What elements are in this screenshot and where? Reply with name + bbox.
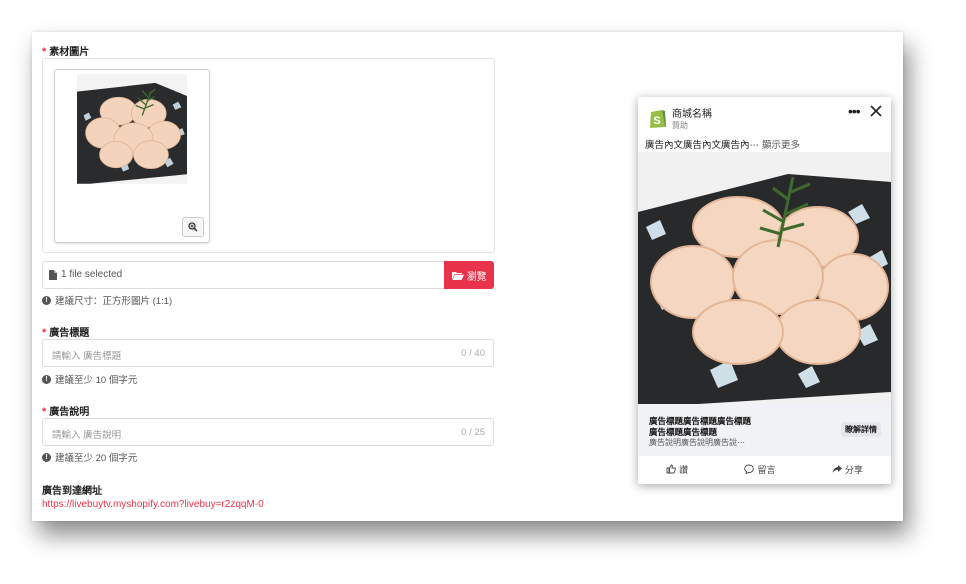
- description-char-count: 0 / 25: [461, 427, 485, 438]
- ad-body-text: 廣告內文廣告內文廣告內⋯ 顯示更多: [645, 140, 801, 151]
- sponsored-label: 贊助: [672, 121, 688, 130]
- info-icon: !: [42, 452, 51, 462]
- learn-more-button[interactable]: 瞭解詳情: [841, 422, 881, 437]
- thumbs-up-icon: [666, 464, 677, 474]
- see-more-link[interactable]: 顯示更多: [762, 140, 800, 151]
- svg-text:S: S: [653, 115, 660, 127]
- close-icon[interactable]: [870, 105, 882, 117]
- image-size-hint: ! 建議尺寸：正方形圖片 (1:1): [42, 293, 172, 307]
- ad-title-input[interactable]: 請輸入 廣告標題 0 / 40: [42, 339, 494, 367]
- browse-button[interactable]: 瀏覽: [444, 261, 494, 289]
- ad-creative-image: [638, 152, 891, 404]
- zoom-in-icon: [188, 222, 198, 232]
- title-char-count: 0 / 40: [461, 348, 485, 359]
- ad-link-section[interactable]: 廣告標題廣告標題廣告標題 廣告標題廣告標題 廣告說明廣告說明廣告說⋯ 瞭解詳情: [638, 404, 891, 456]
- info-icon: !: [42, 374, 51, 384]
- file-icon: [49, 270, 57, 280]
- title-placeholder: 請輸入 廣告標題: [52, 351, 122, 362]
- zoom-button[interactable]: [182, 217, 204, 237]
- title-field-label: * 廣告標題: [42, 327, 90, 339]
- image-field-label: * 素材圖片: [42, 46, 90, 58]
- shop-name: 商城名稱: [672, 109, 712, 120]
- ad-preview-card: S 商城名稱 贊助 ••• 廣告內文廣告內文廣告內⋯ 顯示更多 廣告標題廣告標題…: [638, 97, 891, 484]
- comment-button[interactable]: 留言: [744, 463, 776, 476]
- image-thumbnail-frame: [54, 69, 210, 243]
- like-button[interactable]: 讚: [666, 463, 688, 476]
- shopify-logo-icon: S: [650, 110, 666, 128]
- share-button[interactable]: 分享: [832, 463, 863, 476]
- folder-open-icon: [451, 271, 464, 280]
- ad-description-input[interactable]: 請輸入 廣告說明 0 / 25: [42, 418, 494, 446]
- info-icon: !: [42, 295, 51, 305]
- file-input[interactable]: 1 file selected 瀏覽: [42, 261, 494, 289]
- image-upload-area[interactable]: [42, 58, 495, 253]
- ellipsis-icon[interactable]: •••: [848, 103, 861, 119]
- url-field-label: 廣告到達網址: [42, 486, 102, 497]
- reaction-bar: 讚 留言 分享: [638, 459, 891, 479]
- description-length-hint: ! 建議至少 20 個字元: [42, 450, 137, 464]
- description-placeholder: 請輸入 廣告說明: [52, 430, 122, 441]
- description-field-label: * 廣告說明: [42, 406, 90, 418]
- scallop-thumbnail: [77, 74, 187, 184]
- landing-url-link[interactable]: https://livebuytv.myshopify.com?livebuy=…: [42, 499, 264, 510]
- share-icon: [832, 465, 842, 473]
- comment-icon: [744, 464, 755, 474]
- title-length-hint: ! 建議至少 10 個字元: [42, 372, 137, 386]
- ad-description: 廣告說明廣告說明廣告說⋯: [649, 438, 745, 447]
- file-status-text: 1 file selected: [61, 269, 123, 280]
